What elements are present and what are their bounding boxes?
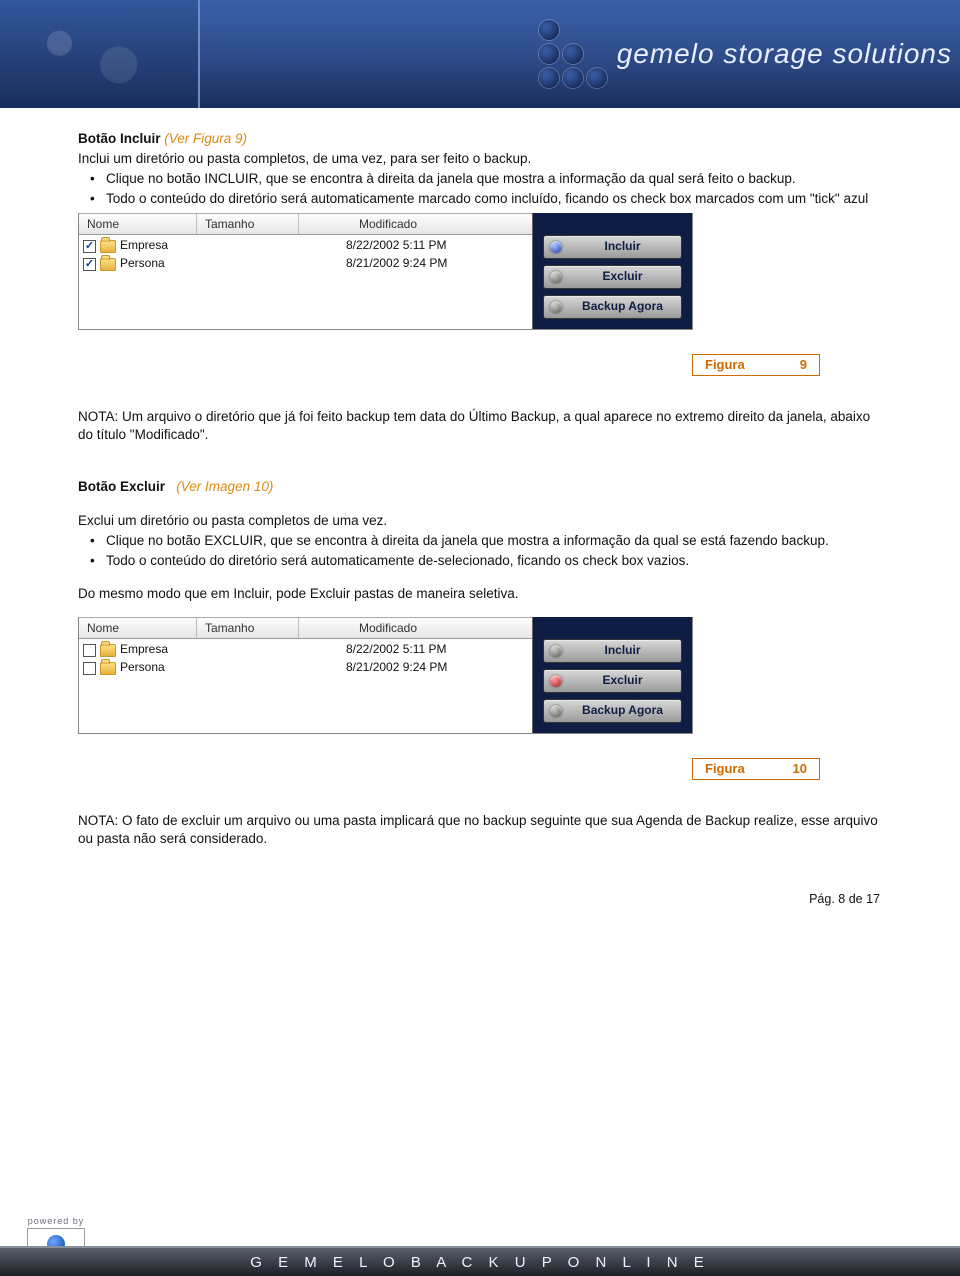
excluir-button[interactable]: Excluir bbox=[543, 265, 682, 289]
checkbox-empty-icon[interactable] bbox=[83, 644, 96, 657]
footer: powered by i n v e n t G E M E L O B A C… bbox=[0, 1198, 960, 1276]
screenshot-figura-9: Nome Tamanho Modificado Empresa 8/22/200… bbox=[78, 213, 693, 330]
row-modified: 8/22/2002 5:11 PM bbox=[316, 238, 532, 254]
row-modified: 8/21/2002 9:24 PM bbox=[316, 256, 532, 272]
heading-ref-10: (Ver Imagen 10) bbox=[176, 479, 273, 494]
bullet: Clique no botão EXCLUIR, que se encontra… bbox=[106, 532, 882, 550]
brand-text: gemelo storage solutions bbox=[617, 38, 952, 70]
brand-logo-dots bbox=[539, 20, 607, 88]
page-number: Pág. 8 de 17 bbox=[78, 891, 882, 907]
led-gray-icon bbox=[550, 271, 562, 283]
col-modificado[interactable]: Modificado bbox=[299, 618, 532, 638]
powered-by-text: powered by bbox=[16, 1216, 96, 1226]
col-modificado[interactable]: Modificado bbox=[299, 214, 532, 234]
folder-icon bbox=[100, 644, 116, 657]
incluir-button[interactable]: Incluir bbox=[543, 639, 682, 663]
footer-bar-text: G E M E L O B A C K U P O N L I N E bbox=[250, 1254, 710, 1271]
section2-bullets: Clique no botão EXCLUIR, que se encontra… bbox=[78, 532, 882, 569]
excluir-button[interactable]: Excluir bbox=[543, 669, 682, 693]
figura-9-label: Figura9 bbox=[692, 354, 820, 376]
section2-intro: Exclui um diretório ou pasta completos d… bbox=[78, 512, 882, 530]
nota-1: NOTA: Um arquivo o diretório que já foi … bbox=[78, 408, 882, 443]
row-name: Empresa bbox=[120, 642, 214, 658]
bullet: Todo o conteúdo do diretório será automa… bbox=[106, 552, 882, 570]
brand: gemelo storage solutions bbox=[539, 20, 952, 88]
checkbox-checked-icon[interactable] bbox=[83, 240, 96, 253]
checkbox-checked-icon[interactable] bbox=[83, 258, 96, 271]
document-content: Botão Incluir (Ver Figura 9) Inclui um d… bbox=[0, 108, 960, 907]
checkbox-empty-icon[interactable] bbox=[83, 662, 96, 675]
col-nome[interactable]: Nome bbox=[79, 214, 197, 234]
folder-icon bbox=[100, 662, 116, 675]
led-red-icon bbox=[550, 675, 562, 687]
row-name: Persona bbox=[120, 256, 214, 272]
buttons-panel: Incluir Excluir Backup Agora bbox=[532, 213, 692, 329]
section2-after: Do mesmo modo que em Incluir, pode Exclu… bbox=[78, 585, 882, 603]
row-modified: 8/21/2002 9:24 PM bbox=[316, 660, 532, 676]
heading-incluir: Botão Incluir bbox=[78, 131, 161, 146]
led-gray-icon bbox=[550, 705, 562, 717]
footer-bar: G E M E L O B A C K U P O N L I N E bbox=[0, 1246, 960, 1276]
table-row[interactable]: Empresa 8/22/2002 5:11 PM bbox=[79, 641, 532, 659]
led-gray-icon bbox=[550, 301, 562, 313]
col-tamanho[interactable]: Tamanho bbox=[197, 214, 299, 234]
screenshot-figura-10: Nome Tamanho Modificado Empresa 8/22/200… bbox=[78, 617, 693, 734]
buttons-panel: Incluir Excluir Backup Agora bbox=[532, 617, 692, 733]
column-headers: Nome Tamanho Modificado bbox=[79, 213, 532, 235]
column-headers: Nome Tamanho Modificado bbox=[79, 617, 532, 639]
heading-excluir: Botão Excluir bbox=[78, 479, 165, 494]
led-blue-icon bbox=[550, 241, 562, 253]
section1-bullets: Clique no botão INCLUIR, que se encontra… bbox=[78, 170, 882, 207]
world-map-decoration bbox=[0, 0, 200, 108]
bullet: Todo o conteúdo do diretório será automa… bbox=[106, 190, 882, 208]
folder-icon bbox=[100, 258, 116, 271]
led-gray-icon bbox=[550, 645, 562, 657]
table-row[interactable]: Persona 8/21/2002 9:24 PM bbox=[79, 255, 532, 273]
row-name: Persona bbox=[120, 660, 214, 676]
incluir-button[interactable]: Incluir bbox=[543, 235, 682, 259]
col-tamanho[interactable]: Tamanho bbox=[197, 618, 299, 638]
table-row[interactable]: Empresa 8/22/2002 5:11 PM bbox=[79, 237, 532, 255]
backup-agora-button[interactable]: Backup Agora bbox=[543, 699, 682, 723]
table-row[interactable]: Persona 8/21/2002 9:24 PM bbox=[79, 659, 532, 677]
col-nome[interactable]: Nome bbox=[79, 618, 197, 638]
figura-10-label: Figura10 bbox=[692, 758, 820, 780]
row-name: Empresa bbox=[120, 238, 214, 254]
header-banner: gemelo storage solutions bbox=[0, 0, 960, 108]
nota-2: NOTA: O fato de excluir um arquivo ou um… bbox=[78, 812, 882, 847]
row-modified: 8/22/2002 5:11 PM bbox=[316, 642, 532, 658]
backup-agora-button[interactable]: Backup Agora bbox=[543, 295, 682, 319]
heading-ref-9: (Ver Figura 9) bbox=[164, 131, 247, 146]
folder-icon bbox=[100, 240, 116, 253]
section1-intro: Inclui um diretório ou pasta completos, … bbox=[78, 150, 882, 168]
bullet: Clique no botão INCLUIR, que se encontra… bbox=[106, 170, 882, 188]
